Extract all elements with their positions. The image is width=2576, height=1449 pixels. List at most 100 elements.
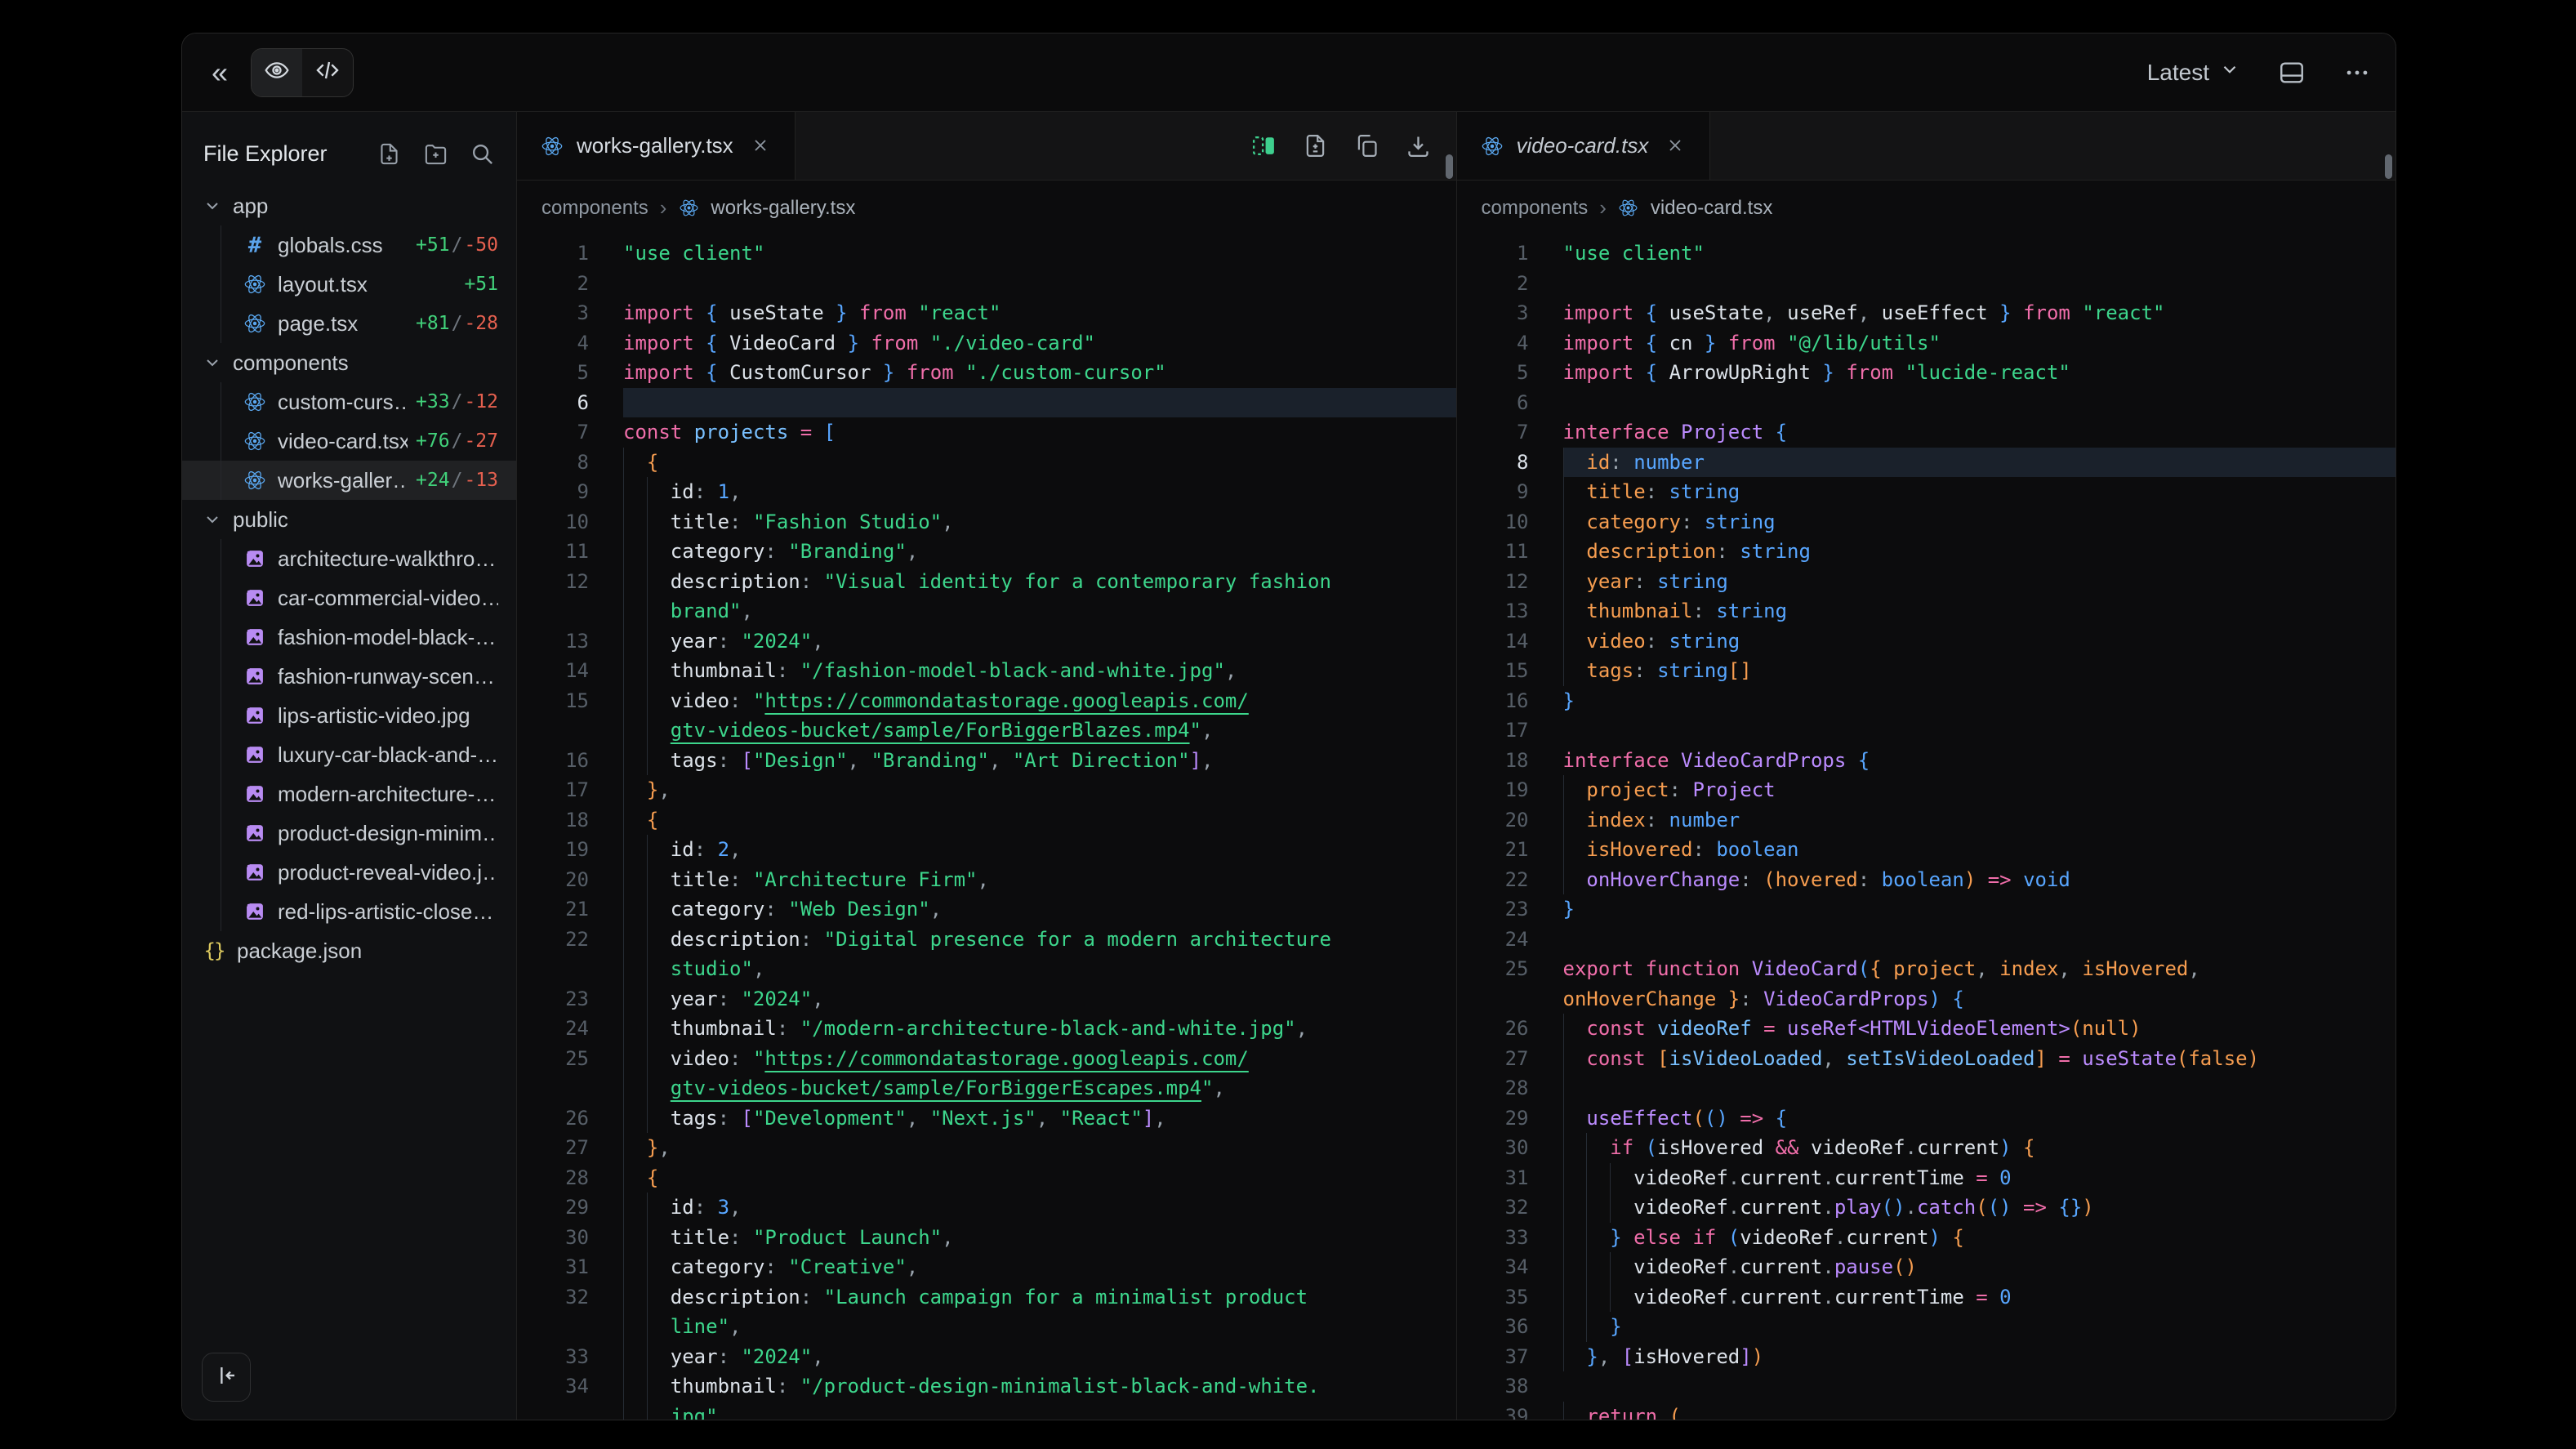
code-line-15-wrap[interactable]: gtv-videos-bucket/sample/ForBiggerBlazes… xyxy=(517,716,1456,746)
code-line-29[interactable]: 29id: 3, xyxy=(517,1193,1456,1223)
copy-icon[interactable] xyxy=(1353,132,1380,159)
tree-file-fashion-model-black-[interactable]: fashion-model-black-… xyxy=(182,617,516,657)
tree-file-architecture-walkthro[interactable]: architecture-walkthro… xyxy=(182,539,516,578)
breadcrumb-folder[interactable]: components xyxy=(1482,197,1589,220)
collapse-panel-icon[interactable]: « xyxy=(207,55,233,91)
code-line-16[interactable]: 16} xyxy=(1457,686,2396,716)
code-line-30[interactable]: 30title: "Product Launch", xyxy=(517,1223,1456,1253)
code-line-18[interactable]: 18interface VideoCardProps { xyxy=(1457,746,2396,776)
code-line-25-wrap[interactable]: onHoverChange }: VideoCardProps) { xyxy=(1457,984,2396,1014)
code-line-32[interactable]: 32videoRef.current.play().catch(() => {}… xyxy=(1457,1193,2396,1223)
more-options-icon[interactable] xyxy=(2343,59,2371,87)
code-line-1[interactable]: 1"use client" xyxy=(517,239,1456,269)
code-line-16[interactable]: 16tags: ["Design", "Branding", "Art Dire… xyxy=(517,746,1456,776)
code-line-6[interactable]: 6 xyxy=(517,388,1456,418)
code-line-22-wrap[interactable]: studio", xyxy=(517,954,1456,984)
tree-file-video-card.tsx[interactable]: video-card.tsx+76/-27 xyxy=(182,421,516,461)
code-line-15[interactable]: 15video: "https://commondatastorage.goog… xyxy=(517,686,1456,716)
file-diff-icon[interactable] xyxy=(1302,132,1329,159)
code-line-14[interactable]: 14video: string xyxy=(1457,626,2396,657)
code-line-9[interactable]: 9id: 1, xyxy=(517,477,1456,507)
code-line-7[interactable]: 7interface Project { xyxy=(1457,417,2396,448)
code-line-17[interactable]: 17 xyxy=(1457,716,2396,746)
code-line-8[interactable]: 8id: number xyxy=(1457,448,2396,478)
code-line-22[interactable]: 22description: "Digital presence for a m… xyxy=(517,925,1456,955)
code-line-7[interactable]: 7const projects = [ xyxy=(517,417,1456,448)
code-line-9[interactable]: 9title: string xyxy=(1457,477,2396,507)
panel-layout-icon[interactable] xyxy=(2278,59,2306,87)
code-line-21[interactable]: 21isHovered: boolean xyxy=(1457,835,2396,865)
code-line-12[interactable]: 12year: string xyxy=(1457,567,2396,597)
tree-file-fashion-runway-scen[interactable]: fashion-runway-scen… xyxy=(182,657,516,696)
code-line-11[interactable]: 11category: "Branding", xyxy=(517,537,1456,567)
code-line-4[interactable]: 4import { cn } from "@/lib/utils" xyxy=(1457,328,2396,359)
code-line-3[interactable]: 3import { useState } from "react" xyxy=(517,298,1456,328)
code-line-24[interactable]: 24thumbnail: "/modern-architecture-black… xyxy=(517,1014,1456,1044)
tab-video-card[interactable]: video-card.tsx xyxy=(1457,112,1711,180)
code-line-31[interactable]: 31category: "Creative", xyxy=(517,1252,1456,1282)
tree-file-red-lips-artistic-close[interactable]: red-lips-artistic-close… xyxy=(182,892,516,931)
code-line-17[interactable]: 17}, xyxy=(517,775,1456,805)
code-line-34[interactable]: 34thumbnail: "/product-design-minimalist… xyxy=(517,1371,1456,1402)
code-line-32[interactable]: 32description: "Launch campaign for a mi… xyxy=(517,1282,1456,1313)
code-line-18[interactable]: 18{ xyxy=(517,805,1456,836)
code-editor[interactable]: 1"use client"23import { useState, useRef… xyxy=(1457,235,2396,1420)
tree-file-product-design-minim[interactable]: product-design-minim… xyxy=(182,814,516,853)
code-line-27[interactable]: 27}, xyxy=(517,1133,1456,1163)
code-line-13[interactable]: 13thumbnail: string xyxy=(1457,596,2396,626)
code-line-37[interactable]: 37}, [isHovered]) xyxy=(1457,1342,2396,1372)
tree-file-lips-artistic-video.jpg[interactable]: lips-artistic-video.jpg xyxy=(182,696,516,735)
code-line-29[interactable]: 29useEffect(() => { xyxy=(1457,1103,2396,1134)
search-icon[interactable] xyxy=(470,141,495,167)
code-line-36[interactable]: 36} xyxy=(1457,1312,2396,1342)
code-line-19[interactable]: 19id: 2, xyxy=(517,835,1456,865)
code-line-32-wrap[interactable]: line", xyxy=(517,1312,1456,1342)
code-line-30[interactable]: 30if (isHovered && videoRef.current) { xyxy=(1457,1133,2396,1163)
code-line-12-wrap[interactable]: brand", xyxy=(517,596,1456,626)
code-line-3[interactable]: 3import { useState, useRef, useEffect } … xyxy=(1457,298,2396,328)
tree-file-modern-architecture-[interactable]: modern-architecture-… xyxy=(182,774,516,814)
tree-file-car-commercial-video[interactable]: car-commercial-video… xyxy=(182,578,516,617)
code-line-20[interactable]: 20index: number xyxy=(1457,805,2396,836)
code-line-21[interactable]: 21category: "Web Design", xyxy=(517,894,1456,925)
code-line-22[interactable]: 22onHoverChange: (hovered: boolean) => v… xyxy=(1457,865,2396,895)
tree-file-product-reveal-video.j[interactable]: product-reveal-video.j… xyxy=(182,853,516,892)
code-line-2[interactable]: 2 xyxy=(1457,269,2396,299)
code-line-4[interactable]: 4import { VideoCard } from "./video-card… xyxy=(517,328,1456,359)
new-folder-icon[interactable] xyxy=(423,141,448,167)
code-line-11[interactable]: 11description: string xyxy=(1457,537,2396,567)
code-line-38[interactable]: 38 xyxy=(1457,1371,2396,1402)
code-line-31[interactable]: 31videoRef.current.currentTime = 0 xyxy=(1457,1163,2396,1193)
download-icon[interactable] xyxy=(1405,132,1432,159)
code-line-15[interactable]: 15tags: string[] xyxy=(1457,656,2396,686)
code-line-28[interactable]: 28{ xyxy=(517,1163,1456,1193)
code-line-34-wrap[interactable]: jpg", xyxy=(517,1402,1456,1420)
tab-works-gallery[interactable]: works-gallery.tsx xyxy=(517,112,796,180)
code-line-35[interactable]: 35videoRef.current.currentTime = 0 xyxy=(1457,1282,2396,1313)
code-line-6[interactable]: 6 xyxy=(1457,388,2396,418)
code-line-39[interactable]: 39return ( xyxy=(1457,1402,2396,1420)
split-view-icon[interactable] xyxy=(1250,132,1277,159)
breadcrumb-file[interactable]: video-card.tsx xyxy=(1651,197,1772,220)
version-selector[interactable]: Latest xyxy=(2147,59,2240,86)
new-file-icon[interactable] xyxy=(377,141,402,167)
code-line-26[interactable]: 26tags: ["Development", "Next.js", "Reac… xyxy=(517,1103,1456,1134)
breadcrumb-file[interactable]: works-gallery.tsx xyxy=(711,197,855,220)
tree-file-package.json[interactable]: {}package.json xyxy=(182,931,516,970)
scrollbar-thumb[interactable] xyxy=(2385,154,2392,179)
breadcrumb-folder[interactable]: components xyxy=(541,197,648,220)
code-line-27[interactable]: 27const [isVideoLoaded, setIsVideoLoaded… xyxy=(1457,1044,2396,1074)
tree-folder-app[interactable]: app xyxy=(182,186,516,225)
code-line-28[interactable]: 28 xyxy=(1457,1073,2396,1103)
code-line-23[interactable]: 23} xyxy=(1457,894,2396,925)
code-line-10[interactable]: 10title: "Fashion Studio", xyxy=(517,507,1456,537)
code-line-13[interactable]: 13year: "2024", xyxy=(517,626,1456,657)
code-line-5[interactable]: 5import { CustomCursor } from "./custom-… xyxy=(517,358,1456,388)
code-line-34[interactable]: 34videoRef.current.pause() xyxy=(1457,1252,2396,1282)
tree-folder-components[interactable]: components xyxy=(182,343,516,382)
code-line-2[interactable]: 2 xyxy=(517,269,1456,299)
close-tab-icon[interactable] xyxy=(1665,136,1687,157)
code-line-19[interactable]: 19project: Project xyxy=(1457,775,2396,805)
code-toggle-button[interactable] xyxy=(302,49,353,96)
code-line-20[interactable]: 20title: "Architecture Firm", xyxy=(517,865,1456,895)
